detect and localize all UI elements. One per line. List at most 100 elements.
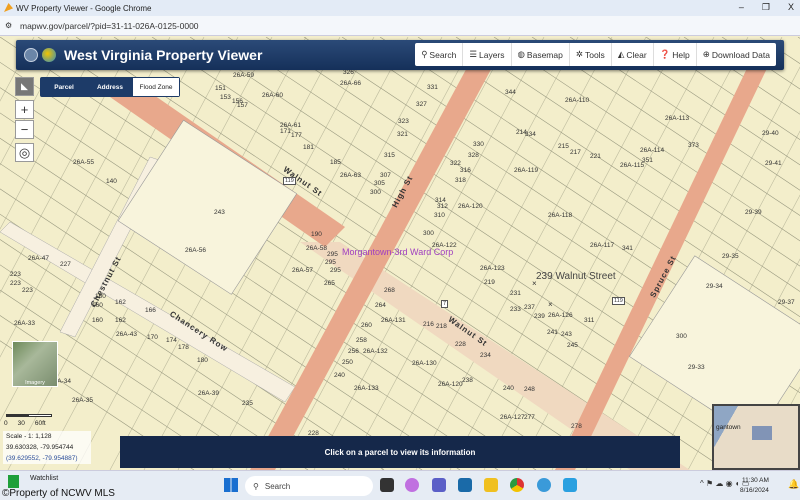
parcel-label[interactable]: 26A-120 (438, 381, 463, 388)
parcel-label[interactable]: 323 (398, 118, 409, 125)
tab-address[interactable]: Address (87, 78, 133, 96)
parcel-label[interactable]: 26A-59 (233, 72, 254, 79)
parcel-label[interactable]: 29-39 (745, 209, 762, 216)
parcel-label[interactable]: 26A-66 (340, 80, 361, 87)
parcel-label[interactable]: 214 (516, 129, 527, 136)
tool-search-button[interactable]: ⚲ Search (415, 43, 464, 66)
parcel-label[interactable]: 250 (342, 359, 353, 366)
parcel-label[interactable]: 223 (22, 287, 33, 294)
start-icon[interactable] (224, 478, 238, 492)
parcel-label[interactable]: 243 (561, 331, 572, 338)
parcel-label[interactable]: 265 (324, 280, 335, 287)
teams-icon[interactable] (432, 478, 446, 492)
taskbar-search[interactable]: ⚲ Search (245, 476, 373, 496)
parcel-label[interactable]: 243 (214, 209, 225, 216)
parcel-label[interactable]: 181 (303, 144, 314, 151)
parcel-label[interactable]: 26A-120 (458, 203, 483, 210)
parcel-label[interactable]: 26A-55 (73, 159, 94, 166)
parcel-label[interactable]: 312 (437, 203, 448, 210)
parcel-label[interactable]: 26A-131 (381, 317, 406, 324)
parcel-label[interactable]: 351 (642, 157, 653, 164)
parcel-label[interactable]: 29-41 (765, 160, 782, 167)
app-icon[interactable] (563, 478, 577, 492)
tab-parcel[interactable]: Parcel (41, 78, 87, 96)
parcel-label[interactable]: 26A-132 (363, 348, 388, 355)
minimize-button[interactable]: – (739, 2, 744, 13)
parcel-label[interactable]: 160 (92, 317, 103, 324)
locate-button[interactable]: ◎ (15, 143, 34, 162)
parcel-label[interactable]: 26A-47 (28, 255, 49, 262)
parcel-label[interactable]: 217 (570, 149, 581, 156)
parcel-label[interactable]: 26A-33 (14, 320, 35, 327)
parcel-label[interactable]: 29-34 (706, 283, 723, 290)
zoom-in-button[interactable]: + (15, 100, 34, 119)
parcel-label[interactable]: 264 (375, 302, 386, 309)
parcel-label[interactable]: 330 (473, 141, 484, 148)
parcel-label[interactable]: 29-40 (762, 130, 779, 137)
parcel-label[interactable]: 171 (280, 128, 291, 135)
parcel-label[interactable]: 258 (356, 337, 367, 344)
parcel-label[interactable]: 277 (524, 414, 535, 421)
parcel-label[interactable]: 218 (436, 323, 447, 330)
site-settings-icon[interactable]: ⚙ (5, 21, 12, 30)
parcel-map[interactable]: Walnut St High St Walnut St Spruce St Chance… (0, 37, 800, 470)
parcel-label[interactable]: 331 (427, 84, 438, 91)
overview-extent[interactable] (752, 426, 772, 440)
copilot-icon[interactable] (405, 478, 419, 492)
parcel-label[interactable]: 166 (145, 307, 156, 314)
parcel-label[interactable]: 26A-43 (116, 331, 137, 338)
parcel-label[interactable]: 215 (558, 143, 569, 150)
parcel-label[interactable]: 278 (571, 423, 582, 430)
parcel-label[interactable]: 216 (423, 321, 434, 328)
imagery-basemap-toggle[interactable]: Imagery (12, 341, 58, 387)
parcel-label[interactable]: 307 (380, 172, 391, 179)
tool-clear-button[interactable]: ◭ Clear (612, 43, 654, 66)
chrome-icon[interactable] (510, 478, 524, 492)
parcel-label[interactable]: 26A-126 (548, 312, 573, 319)
parcel-label[interactable]: 26A-58 (306, 245, 327, 252)
parcel-label[interactable]: 185 (330, 159, 341, 166)
parcel-label[interactable]: 300 (423, 230, 434, 237)
parcel-label[interactable]: 26A-57 (292, 267, 313, 274)
parcel-label[interactable]: 29-37 (778, 299, 795, 306)
parcel-label[interactable]: 180 (197, 357, 208, 364)
close-button[interactable]: X (788, 2, 794, 13)
parcel-label[interactable]: 153 (220, 94, 231, 101)
parcel-label[interactable]: 178 (178, 344, 189, 351)
watchlist-label[interactable]: Watchlist (30, 475, 58, 482)
parcel-label[interactable]: 160 (92, 302, 103, 309)
parcel-label[interactable]: 260 (361, 322, 372, 329)
parcel-label[interactable]: 344 (505, 89, 516, 96)
parcel-label[interactable]: 300 (676, 333, 687, 340)
parcel-label[interactable]: 174 (166, 337, 177, 344)
overview-map[interactable]: gantown (712, 404, 800, 470)
parcel-label[interactable]: 221 (590, 153, 601, 160)
parcel-label[interactable]: 315 (384, 152, 395, 159)
tool-download-data-button[interactable]: ⊕ Download Data (697, 43, 776, 66)
parcel-label[interactable]: 26A-123 (480, 265, 505, 272)
address-bar[interactable]: ⚙ mapwv.gov/parcel/?pid=31-11-026A-0125-… (0, 16, 800, 36)
restore-button[interactable]: ❐ (762, 2, 770, 13)
parcel-label[interactable]: 29-35 (722, 253, 739, 260)
parcel-label[interactable]: 160 (95, 293, 106, 300)
parcel-label[interactable]: 26A-60 (262, 92, 283, 99)
parcel-label[interactable]: 170 (147, 334, 158, 341)
parcel-label[interactable]: 231 (510, 290, 521, 297)
parcel-label[interactable]: 219 (484, 279, 495, 286)
watchlist-icon[interactable] (8, 475, 19, 488)
parcel-label[interactable]: 190 (311, 231, 322, 238)
parcel-label[interactable]: 26A-39 (198, 390, 219, 397)
parcel-label[interactable]: 26A-127 (500, 414, 525, 421)
parcel-label[interactable]: 316 (460, 167, 471, 174)
store-icon[interactable] (458, 478, 472, 492)
app-icon[interactable] (380, 478, 394, 492)
parcel-label[interactable]: 326 (343, 69, 354, 76)
parcel-label[interactable]: 328 (468, 152, 479, 159)
tool-basemap-button[interactable]: ◍ Basemap (512, 43, 570, 66)
parcel-label[interactable]: 295 (325, 259, 336, 266)
parcel-label[interactable]: 26A-56 (185, 247, 206, 254)
parcel-label[interactable]: 322 (450, 160, 461, 167)
parcel-label[interactable]: 240 (503, 385, 514, 392)
tool-layers-button[interactable]: ☰ Layers (463, 43, 512, 66)
parcel-label[interactable]: 305 (374, 180, 385, 187)
